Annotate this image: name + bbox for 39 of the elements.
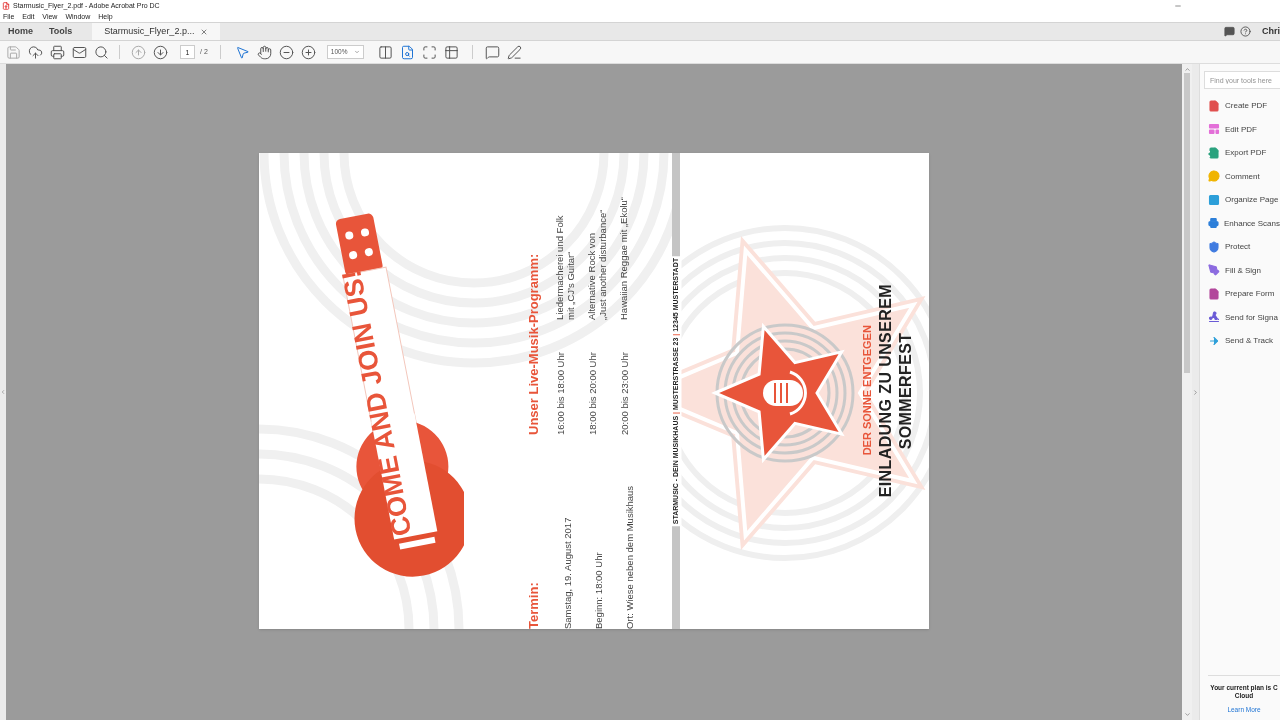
tool-item[interactable]: Comment xyxy=(1200,168,1280,184)
program-act: Alternative Rock von „Just another disturbance“ xyxy=(585,209,608,320)
tool-item[interactable]: Send & Track xyxy=(1200,333,1280,348)
tool-item[interactable]: Enhance Scans xyxy=(1200,215,1280,231)
scroll-up-icon[interactable] xyxy=(1183,66,1191,73)
guitar-headline: COME AND JOIN US! xyxy=(335,266,419,540)
caret-icon xyxy=(353,49,360,55)
program-act: Hawaiian Reggae mit „Ekolu“ xyxy=(617,196,630,320)
tool-item[interactable]: Protect xyxy=(1200,239,1280,254)
program-time: 18:00 bis 20:00 Uhr xyxy=(585,351,599,435)
scroll-down-icon[interactable] xyxy=(1183,711,1191,718)
date-detail: Beginn: 18:00 Uhr xyxy=(591,551,605,629)
tool-item[interactable]: Create PDF xyxy=(1200,98,1280,113)
help-icon[interactable] xyxy=(1240,26,1251,37)
close-icon[interactable] xyxy=(200,27,209,36)
tool-item[interactable]: Organize Page xyxy=(1200,192,1280,207)
program-heading: Unser Live-Musik-Programm: xyxy=(525,252,542,435)
nav-tab[interactable]: Starmusic_Flyer_2.p... xyxy=(92,23,221,40)
date-heading: Termin: xyxy=(525,581,542,629)
tool-item[interactable]: Edit PDF xyxy=(1200,121,1280,137)
tool-item[interactable]: Fill & Sign xyxy=(1200,262,1280,278)
user-name: Chri xyxy=(1262,24,1280,38)
pdf-file-icon xyxy=(2,1,10,10)
tool-item[interactable]: Prepare Form xyxy=(1200,286,1280,301)
program-time: 20:00 bis 23:00 Uhr xyxy=(617,351,631,435)
tool-item[interactable]: Send for Signa xyxy=(1200,309,1280,325)
date-detail: Samstag, 19. August 2017 xyxy=(560,516,574,629)
date-detail: Ort: Wiese neben dem Musikhaus xyxy=(623,484,636,629)
tagline: DER SONNE ENTGEGEN xyxy=(859,325,874,457)
nav-tab[interactable]: Home xyxy=(0,23,41,40)
invitation-title: EINLADUNG ZU UNSEREM xyxy=(875,284,894,498)
chat-icon[interactable] xyxy=(1224,26,1235,37)
collapse-right-icon[interactable] xyxy=(1192,388,1199,396)
nav-tab[interactable]: Tools xyxy=(41,23,81,40)
tool-item[interactable]: Export PDF xyxy=(1200,145,1280,160)
program-act: Liedermacherei und Folk mit „CJ’s Guitar“ xyxy=(553,215,576,320)
scrollbar[interactable] xyxy=(1182,64,1192,720)
invitation-title: SOMMERFEST xyxy=(895,332,914,450)
program-time: 16:00 bis 18:00 Uhr xyxy=(553,351,567,435)
